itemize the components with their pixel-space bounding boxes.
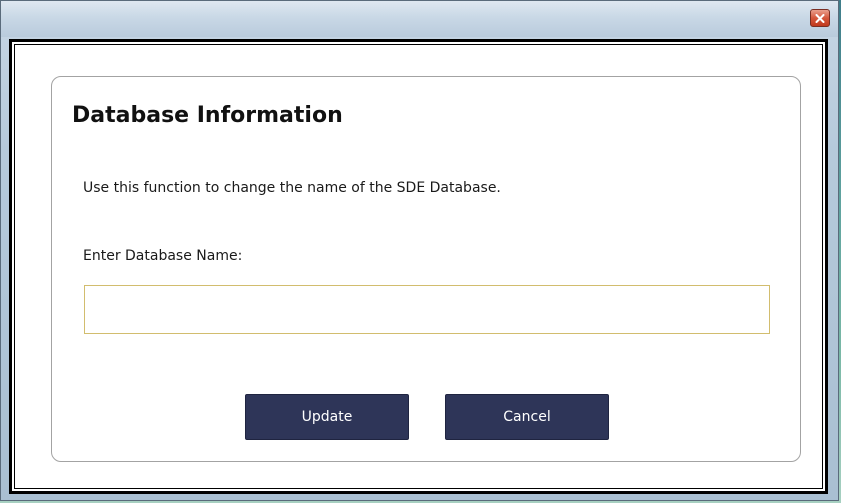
update-button-label: Update bbox=[301, 409, 353, 425]
dialog-title: Database Information bbox=[72, 103, 343, 128]
client-area-inner: Database Information Use this function t… bbox=[14, 44, 823, 489]
dialog-description: Use this function to change the name of … bbox=[83, 180, 501, 196]
database-info-card: Database Information Use this function t… bbox=[51, 76, 801, 462]
cancel-button[interactable]: Cancel bbox=[445, 394, 609, 440]
database-name-input[interactable] bbox=[84, 285, 770, 334]
close-icon bbox=[815, 13, 825, 23]
update-button[interactable]: Update bbox=[245, 394, 409, 440]
window-close-button[interactable] bbox=[810, 9, 830, 27]
window-titlebar[interactable] bbox=[1, 1, 838, 37]
dialog-window: Database Information Use this function t… bbox=[0, 0, 839, 501]
database-name-label: Enter Database Name: bbox=[83, 248, 243, 264]
cancel-button-label: Cancel bbox=[503, 409, 551, 425]
client-area: Database Information Use this function t… bbox=[9, 39, 828, 494]
